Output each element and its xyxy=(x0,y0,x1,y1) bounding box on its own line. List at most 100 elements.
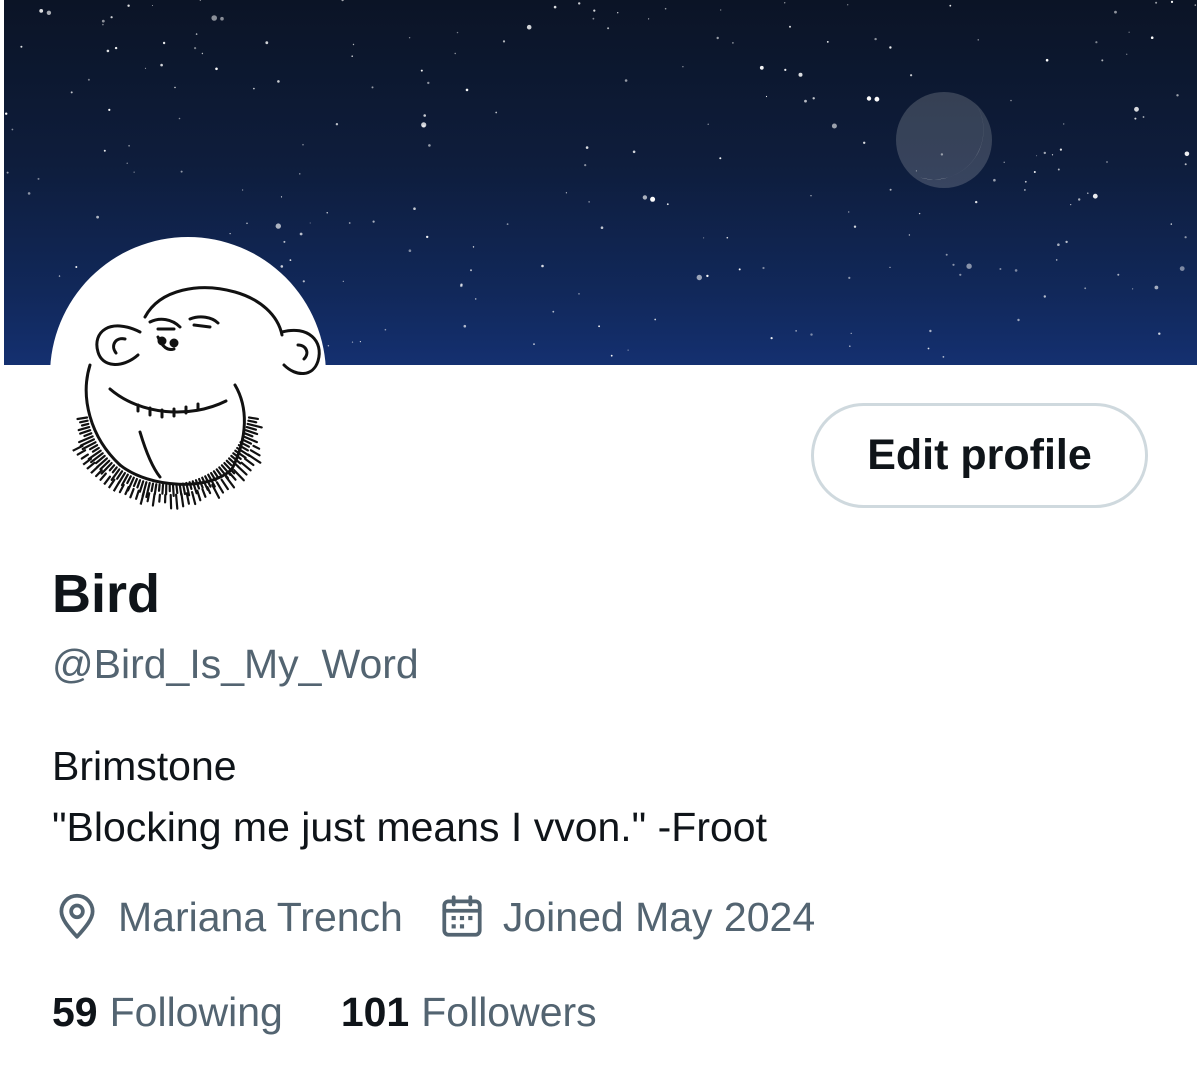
star xyxy=(1065,240,1068,244)
star xyxy=(812,97,815,100)
star xyxy=(610,354,613,357)
bio-line: "Blocking me just means I vvon." -Froot xyxy=(52,804,767,850)
fur-stroke xyxy=(153,483,158,496)
star xyxy=(101,19,105,23)
fur-stroke xyxy=(224,475,236,489)
star xyxy=(1070,204,1072,206)
fur-stroke xyxy=(194,479,201,490)
star xyxy=(1057,243,1060,246)
fur-stroke xyxy=(80,453,90,460)
fur-stroke xyxy=(249,449,261,457)
star xyxy=(565,192,568,194)
fur-stroke xyxy=(201,487,207,498)
star xyxy=(889,266,891,268)
star xyxy=(87,78,90,81)
edit-profile-button[interactable]: Edit profile xyxy=(811,403,1148,508)
star xyxy=(420,69,423,72)
star xyxy=(351,55,354,57)
star xyxy=(719,157,722,160)
followers-count: 101 xyxy=(340,988,410,1035)
fur-stroke xyxy=(196,489,202,502)
location-item: Mariana Trench xyxy=(52,892,403,942)
fur-stroke xyxy=(243,432,254,438)
star xyxy=(789,25,791,28)
star xyxy=(648,18,650,20)
star xyxy=(552,310,555,313)
star xyxy=(1078,198,1081,201)
star xyxy=(359,341,361,343)
star xyxy=(423,114,427,117)
star xyxy=(959,273,962,276)
star xyxy=(106,49,110,53)
fur-stroke xyxy=(225,459,233,467)
star xyxy=(108,108,111,111)
fur-stroke xyxy=(76,449,87,456)
fur-stroke xyxy=(80,422,90,427)
profile-stats: 59 Following 101 Followers xyxy=(52,984,597,1040)
star xyxy=(1024,189,1026,191)
star xyxy=(1036,155,1038,157)
star xyxy=(716,36,719,40)
star xyxy=(180,170,183,173)
star xyxy=(1170,223,1173,225)
star xyxy=(327,345,330,347)
fur-stroke xyxy=(191,491,197,506)
fur-stroke xyxy=(157,483,161,492)
fur-stroke xyxy=(180,493,185,508)
star xyxy=(384,328,387,331)
star xyxy=(977,39,979,41)
star xyxy=(1087,192,1089,194)
star xyxy=(848,211,850,213)
star xyxy=(27,192,31,195)
fur-stroke xyxy=(245,426,257,431)
fur-stroke xyxy=(236,465,248,476)
star xyxy=(1184,236,1187,239)
star xyxy=(863,141,866,144)
star xyxy=(470,269,472,272)
star xyxy=(372,220,375,223)
star xyxy=(706,274,709,278)
star xyxy=(1033,171,1036,173)
location-pin-icon xyxy=(52,892,102,942)
profile-avatar[interactable] xyxy=(50,237,326,513)
star xyxy=(889,46,892,49)
star xyxy=(1150,36,1154,39)
star xyxy=(847,4,849,6)
star xyxy=(624,79,628,82)
fur-stroke xyxy=(151,493,156,507)
star xyxy=(831,123,837,129)
fur-stroke xyxy=(175,483,179,495)
star xyxy=(949,4,952,7)
star xyxy=(460,284,463,288)
star xyxy=(220,16,224,21)
star xyxy=(1101,59,1104,62)
star xyxy=(46,10,52,15)
fur-stroke xyxy=(240,461,252,472)
star xyxy=(127,4,130,7)
star xyxy=(201,52,204,55)
star xyxy=(1045,58,1049,62)
star xyxy=(326,212,328,214)
star xyxy=(666,203,669,206)
star xyxy=(929,329,932,333)
star xyxy=(593,9,596,12)
star xyxy=(945,253,948,256)
star xyxy=(578,293,580,295)
star xyxy=(1017,318,1020,322)
star xyxy=(114,46,118,50)
star xyxy=(732,42,734,44)
star xyxy=(1051,154,1054,156)
following-label: Following xyxy=(109,988,283,1035)
star xyxy=(103,149,106,152)
star xyxy=(506,223,509,226)
star xyxy=(1154,285,1159,290)
following-link[interactable]: 59 Following xyxy=(52,989,283,1036)
star xyxy=(600,226,604,229)
star xyxy=(1003,161,1005,163)
fur-stroke xyxy=(126,475,132,485)
star xyxy=(738,268,741,271)
fur-stroke xyxy=(215,481,225,494)
star xyxy=(720,9,722,11)
calendar-icon xyxy=(437,892,487,942)
followers-link[interactable]: 101 Followers xyxy=(341,989,597,1036)
